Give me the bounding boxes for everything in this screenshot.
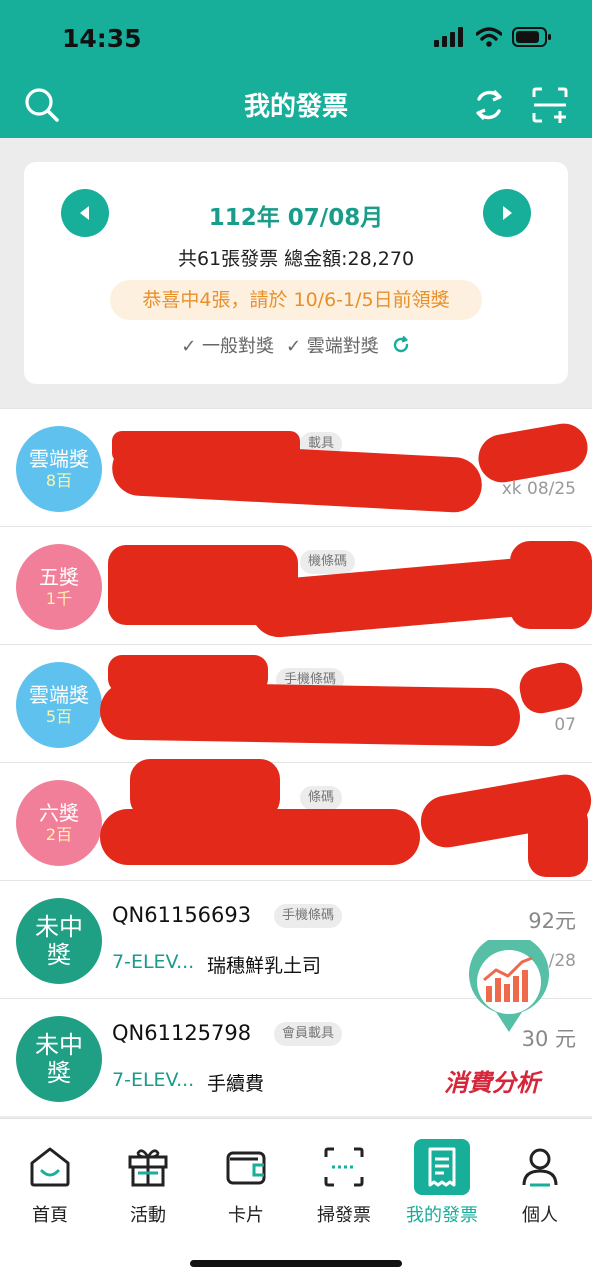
next-period-button[interactable] bbox=[483, 189, 531, 237]
redaction-mark bbox=[510, 541, 592, 629]
prize-badge: 未中獎 bbox=[16, 1016, 102, 1102]
redaction-mark bbox=[515, 659, 587, 717]
badge-label: 未中獎 bbox=[35, 913, 83, 969]
analysis-chart-icon[interactable] bbox=[462, 940, 556, 1034]
item-name: 手續費 bbox=[207, 1073, 265, 1095]
carrier-tag: 會員載具 bbox=[274, 1022, 343, 1046]
top-bar: 14:35 我的發票 bbox=[0, 0, 592, 138]
tab-label: 首頁 bbox=[32, 1205, 68, 1226]
cloud-check-label[interactable]: ✓ 雲端對獎 bbox=[286, 332, 379, 358]
prize-badge: 雲端獎 5百 bbox=[16, 662, 102, 748]
app-root: 14:35 我的發票 112年 07/08月 共61張發票 總金額:28,270… bbox=[0, 0, 592, 1280]
prize-badge: 未中獎 bbox=[16, 898, 102, 984]
tab-home[interactable]: 首頁 bbox=[1, 1139, 99, 1227]
invoice-row[interactable]: 雲端獎 5百 手機條碼 元 07 bbox=[0, 644, 592, 762]
analysis-label[interactable]: 消費分析 bbox=[444, 1063, 540, 1098]
invoice-date: 07 bbox=[554, 715, 576, 735]
redaction-mark bbox=[474, 419, 592, 487]
redaction-mark bbox=[110, 439, 484, 514]
home-icon bbox=[30, 1147, 70, 1187]
invoice-number: QN61156693 bbox=[112, 903, 252, 927]
wallet-icon bbox=[226, 1151, 266, 1185]
tab-profile[interactable]: 個人 bbox=[491, 1139, 589, 1227]
redaction-mark bbox=[100, 809, 420, 865]
tab-label: 掃發票 bbox=[317, 1205, 371, 1226]
tab-label: 卡片 bbox=[228, 1205, 264, 1226]
status-icons bbox=[434, 27, 552, 47]
prize-badge: 五獎 1千 bbox=[16, 544, 102, 630]
tab-label: 我的發票 bbox=[406, 1205, 478, 1226]
tab-label: 個人 bbox=[522, 1205, 558, 1226]
carrier-tag: 機條碼 bbox=[300, 550, 356, 574]
badge-amount: 1千 bbox=[45, 589, 73, 608]
badge-label: 雲端獎 bbox=[29, 683, 89, 707]
store-name: 7-ELEV... bbox=[112, 1069, 195, 1091]
scan-icon bbox=[324, 1147, 364, 1187]
badge-label: 雲端獎 bbox=[29, 447, 89, 471]
status-time: 14:35 bbox=[62, 24, 142, 53]
gift-icon bbox=[128, 1149, 168, 1187]
prize-badge: 雲端獎 8百 bbox=[16, 426, 102, 512]
refresh-icon[interactable] bbox=[469, 85, 509, 125]
signal-icon bbox=[434, 27, 463, 47]
general-check-label[interactable]: ✓ 一般對獎 bbox=[181, 332, 274, 358]
tab-activities[interactable]: 活動 bbox=[99, 1139, 197, 1227]
invoice-amount: 92元 bbox=[528, 909, 576, 933]
receipt-icon bbox=[414, 1139, 470, 1195]
summary-card: 112年 07/08月 共61張發票 總金額:28,270 恭喜中4張，請於 1… bbox=[24, 162, 568, 384]
wifi-icon bbox=[476, 27, 502, 47]
prize-banner[interactable]: 恭喜中4張，請於 10/6-1/5日前領獎 bbox=[110, 280, 482, 320]
person-icon bbox=[522, 1148, 558, 1187]
invoice-row[interactable]: 六獎 2百 條碼 bbox=[0, 759, 592, 880]
invoice-row[interactable]: 五獎 1千 機條碼 bbox=[0, 526, 592, 644]
badge-amount: 8百 bbox=[45, 471, 73, 490]
carrier-tag: 條碼 bbox=[300, 786, 343, 810]
invoice-date: xk 08/25 bbox=[501, 479, 576, 499]
badge-amount: 5百 bbox=[45, 707, 73, 726]
invoice-row[interactable]: 雲端獎 8百 載具 xk 08/25 bbox=[0, 408, 592, 526]
badge-amount: 2百 bbox=[45, 825, 73, 844]
battery-icon bbox=[512, 27, 551, 47]
invoice-number: QN61125798 bbox=[112, 1021, 252, 1045]
redaction-mark bbox=[528, 803, 588, 877]
tab-label: 活動 bbox=[130, 1205, 166, 1226]
refresh-small-icon[interactable] bbox=[391, 335, 411, 355]
tab-cards[interactable]: 卡片 bbox=[197, 1139, 295, 1227]
invoice-total: 共61張發票 總金額:28,270 bbox=[177, 248, 415, 270]
redaction-mark bbox=[99, 681, 521, 747]
scan-add-icon[interactable] bbox=[530, 85, 570, 125]
bottom-tab-bar: 首頁 活動 卡片 掃發票 我的發票 個人 bbox=[0, 1118, 592, 1280]
carrier-tag: 手機條碼 bbox=[274, 904, 343, 928]
check-options: ✓ 一般對獎 ✓ 雲端對獎 bbox=[24, 332, 568, 358]
triangle-right-icon bbox=[503, 206, 512, 220]
badge-label: 未中獎 bbox=[35, 1031, 83, 1087]
store-name: 7-ELEV... bbox=[112, 951, 195, 973]
tab-my-invoices[interactable]: 我的發票 bbox=[393, 1139, 491, 1227]
tab-scan[interactable]: 掃發票 bbox=[295, 1139, 393, 1227]
badge-label: 五獎 bbox=[39, 565, 79, 589]
item-name: 瑞穗鮮乳土司 bbox=[207, 955, 322, 977]
home-indicator[interactable] bbox=[190, 1260, 402, 1267]
prize-badge: 六獎 2百 bbox=[16, 780, 102, 866]
badge-label: 六獎 bbox=[39, 801, 79, 825]
